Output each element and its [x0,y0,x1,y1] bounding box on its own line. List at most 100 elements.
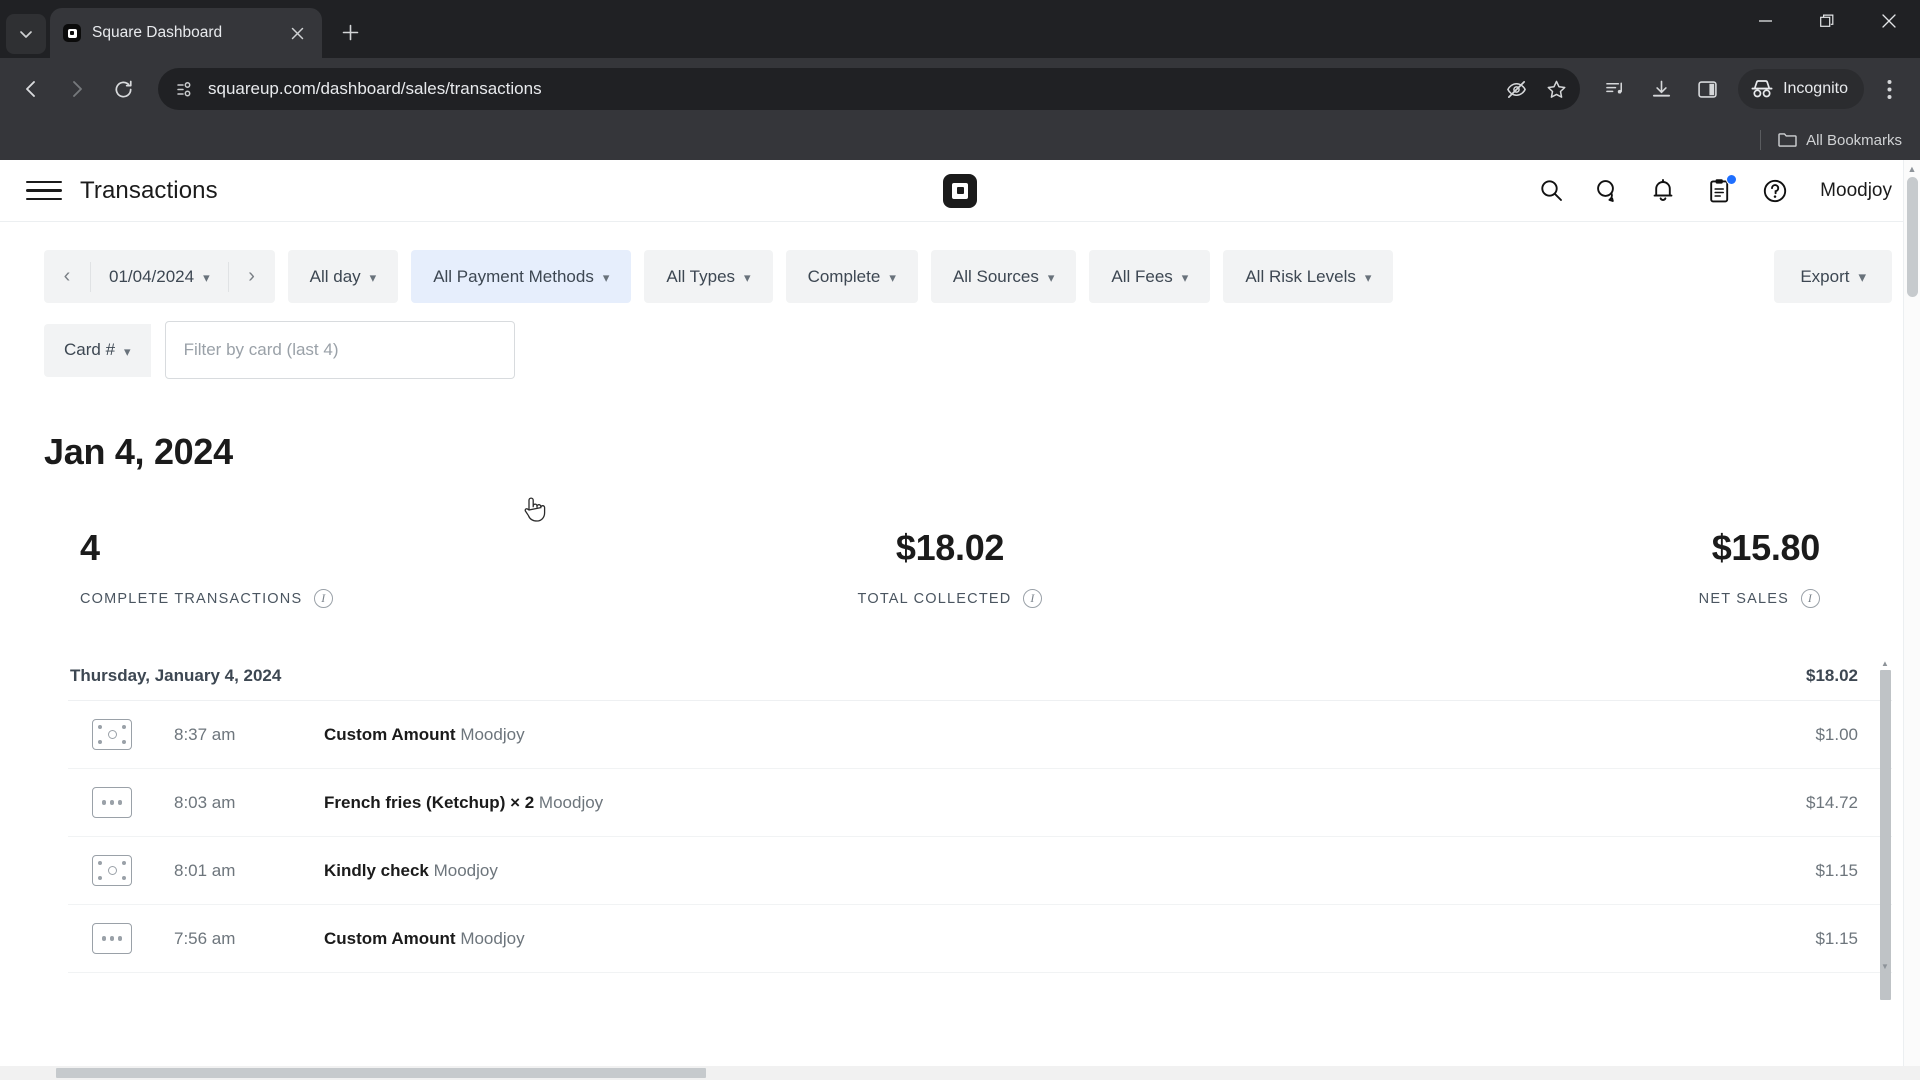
all-bookmarks-label[interactable]: All Bookmarks [1806,132,1902,149]
chevron-down-icon: ▾ [203,270,210,285]
export-button[interactable]: Export ▾ [1774,250,1892,303]
square-logo-icon [62,23,82,43]
scrollbar-thumb[interactable] [56,1068,706,1078]
filter-all-sources[interactable]: All Sources ▾ [930,250,1077,303]
chevron-down-icon: ▾ [1181,270,1189,285]
browser-window: Square Dashboard squareup.com/dashboard/… [0,0,1920,1080]
scroll-down-arrow-icon[interactable]: ▼ [1878,959,1892,973]
metric-total-collected: $18.02 TOTAL COLLECTED i [660,527,1240,608]
metric-label: TOTAL COLLECTED [857,590,1012,607]
horizontal-scrollbar[interactable] [0,1066,1920,1080]
page-scrollbar[interactable]: ▲ [1903,160,1920,1080]
metric-label-row: NET SALES i [1699,589,1820,608]
transaction-title: Custom Amount [324,724,456,744]
scrollbar-thumb[interactable] [1880,670,1891,1000]
chevron-down-icon: ▾ [369,270,377,285]
previous-day-button[interactable]: ‹ [44,250,90,303]
filter-label: All Fees [1111,266,1173,286]
list-scrollbar[interactable]: ▲ ▼ [1878,656,1892,1000]
browser-toolbar: squareup.com/dashboard/sales/transaction… [0,58,1920,120]
incognito-indicator[interactable]: Incognito [1738,69,1864,109]
filter-label: All Sources [952,266,1039,286]
scrollbar-thumb[interactable] [1907,177,1918,297]
bookmark-star-icon[interactable] [1538,71,1574,107]
hamburger-menu-icon[interactable] [26,176,62,206]
group-date-label: Thursday, January 4, 2024 [70,666,282,685]
summary-metrics: 4 COMPLETE TRANSACTIONS i $18.02 TOTAL C… [0,473,1920,608]
transaction-description: French fries (Ketchup) × 2 Moodjoy [324,793,603,813]
export-label: Export [1800,266,1850,286]
metric-value: $15.80 [1711,527,1821,568]
transaction-title: Custom Amount [324,928,456,948]
next-day-button[interactable]: › [229,250,275,303]
reading-list-icon[interactable] [1594,68,1636,110]
side-panel-icon[interactable] [1686,68,1728,110]
date-picker-button[interactable]: 01/04/2024 ▾ [91,250,228,303]
info-icon[interactable]: i [314,589,334,608]
clipboard-tasks-icon[interactable] [1704,173,1738,206]
help-circle-icon[interactable] [1760,176,1790,206]
transaction-merchant: Moodjoy [460,928,525,948]
page-title: Transactions [80,176,218,204]
new-tab-button[interactable] [332,14,368,50]
filter-all-types[interactable]: All Types ▾ [644,250,773,303]
filter-status-complete[interactable]: Complete ▾ [785,250,918,303]
folder-icon [1778,133,1797,147]
transactions-list: Thursday, January 4, 2024 $18.02 8:37 am… [68,652,1892,1000]
cash-payment-icon [92,855,132,886]
browser-tab[interactable]: Square Dashboard [50,8,322,58]
card-number-select[interactable]: Card # ▾ [44,323,151,377]
metric-label-row: COMPLETE TRANSACTIONS i [80,589,334,608]
filter-all-risk-levels[interactable]: All Risk Levels ▾ [1223,250,1394,303]
restore-window-button[interactable] [1796,0,1858,42]
page-viewport: Transactions Moodjoy ‹ 01/04/2024 ▾ › Al… [0,160,1920,1080]
minimize-window-button[interactable] [1734,0,1796,42]
search-icon[interactable] [1536,176,1566,206]
chevron-down-icon: ▾ [889,270,896,285]
filter-all-fees[interactable]: All Fees ▾ [1089,250,1211,303]
notifications-bell-icon[interactable] [1648,176,1678,206]
account-name[interactable]: Moodjoy [1820,180,1892,202]
metric-label-row: TOTAL COLLECTED i [858,589,1043,608]
transaction-amount: $1.00 [1815,724,1858,744]
reload-icon[interactable] [102,68,144,110]
close-window-button[interactable] [1858,0,1920,42]
forward-icon[interactable] [56,68,98,110]
transaction-amount: $1.15 [1815,928,1858,948]
three-dot-menu-icon[interactable] [1868,68,1910,110]
table-row[interactable]: 7:56 am Custom Amount Moodjoy $1.15 [68,905,1892,973]
downloads-icon[interactable] [1640,68,1682,110]
metric-complete-transactions: 4 COMPLETE TRANSACTIONS i [44,527,660,608]
messages-icon[interactable] [1592,176,1622,206]
close-icon[interactable] [284,20,310,46]
info-icon[interactable]: i [1023,589,1043,608]
back-icon[interactable] [10,68,52,110]
table-row[interactable]: 8:03 am French fries (Ketchup) × 2 Moodj… [68,769,1892,837]
scroll-up-arrow-icon[interactable]: ▲ [1904,160,1920,177]
tracking-protection-icon[interactable] [1498,71,1534,107]
other-payment-icon [92,787,132,818]
filter-label: All Risk Levels [1245,266,1356,286]
info-icon[interactable]: i [1801,589,1820,608]
table-row[interactable]: 8:37 am Custom Amount Moodjoy $1.00 [68,701,1892,769]
transaction-merchant: Moodjoy [460,724,525,744]
filter-all-day[interactable]: All day ▾ [287,250,399,303]
page-info-icon[interactable] [174,78,196,100]
filter-all-payment-methods[interactable]: All Payment Methods ▾ [411,250,632,303]
table-row[interactable]: 8:01 am Kindly check Moodjoy $1.15 [68,837,1892,905]
scrollbar-track[interactable] [1880,670,1891,1000]
transaction-amount: $1.15 [1815,860,1858,880]
card-filter-input[interactable] [164,321,515,379]
other-payment-icon [92,923,132,954]
address-bar[interactable]: squareup.com/dashboard/sales/transaction… [158,68,1581,110]
filter-label: All Types [666,266,736,286]
transaction-merchant: Moodjoy [433,860,498,880]
scroll-up-arrow-icon[interactable]: ▲ [1878,656,1892,670]
transaction-amount: $14.72 [1806,792,1858,812]
square-dashboard-page: Transactions Moodjoy ‹ 01/04/2024 ▾ › Al… [0,160,1920,1080]
header-actions: Moodjoy [1536,173,1892,206]
transaction-description: Custom Amount Moodjoy [324,929,525,949]
divider [1760,130,1762,150]
filter-label: All Payment Methods [433,266,594,286]
tab-search-button[interactable] [6,14,46,54]
